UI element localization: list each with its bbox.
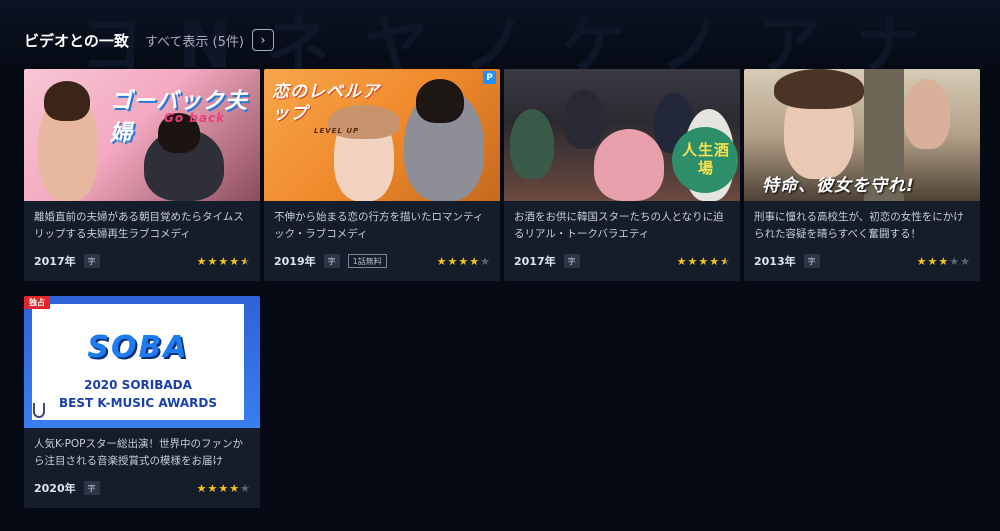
exclusive-badge: 独占 [24, 296, 50, 309]
card-meta: 2017年 字 ★ ★ ★ ★ ★ [34, 253, 250, 269]
star-icon: ★ [218, 254, 229, 268]
star-icon: ★ [458, 254, 469, 268]
title-art-subtitle: LEVEL UP [314, 127, 360, 135]
release-year: 2013年 [754, 255, 796, 268]
star-icon: ★ [196, 254, 207, 268]
section-header: ビデオとの一致 すべて表示 (5件) › [24, 28, 274, 52]
star-icon: ★ [927, 254, 938, 268]
star-empty-icon: ★ [480, 254, 490, 268]
subtitle-badge: 字 [563, 254, 580, 268]
star-icon: ★ [676, 254, 687, 268]
video-card[interactable]: ゴーバック夫婦 Go back 離婚直前の夫婦がある朝目覚めたらタイムスリップす… [24, 69, 260, 281]
soba-panel: SOBA 2020 SORIBADA BEST K-MUSIC AWARDS [32, 304, 244, 420]
star-rating: ★ ★ ★ ★ ★ [437, 255, 490, 268]
unext-logo-icon [33, 403, 45, 418]
chevron-right-icon[interactable]: › [251, 29, 274, 51]
premium-badge: P [483, 71, 496, 84]
star-half-icon: ★ [720, 254, 730, 268]
star-icon: ★ [687, 254, 698, 268]
subtitle-badge: 字 [83, 254, 100, 268]
release-year: 2017年 [34, 255, 76, 268]
card-meta: 2013年 字 ★ ★ ★ ★ ★ [754, 253, 970, 269]
star-empty-icon: ★ [240, 481, 250, 495]
description: 人気K-POPスター総出演！世界中のファンから注目される音楽授賞式の模様をお届け [34, 438, 243, 467]
star-icon: ★ [698, 254, 709, 268]
star-icon: ★ [207, 481, 218, 495]
title-art: 恋のレベルアップ [272, 82, 380, 124]
star-empty-icon: ★ [949, 254, 960, 268]
star-half-icon: ★ [240, 254, 250, 268]
star-icon: ★ [196, 481, 207, 495]
release-year: 2020年 [34, 482, 76, 495]
section-title: ビデオとの一致 [24, 31, 129, 50]
star-icon: ★ [229, 481, 240, 495]
card-meta: 2020年 字 ★ ★ ★ ★ ★ [34, 480, 250, 496]
thumbnail-image[interactable]: 特命、彼女を守れ! [744, 69, 980, 201]
thumbnail-image[interactable]: ゴーバック夫婦 Go back [24, 69, 260, 201]
description: 刑事に憧れる高校生が、初恋の女性をにかけられた容疑を晴らすべく奮闘する！ [754, 211, 964, 240]
star-icon: ★ [938, 254, 949, 268]
star-icon: ★ [709, 254, 720, 268]
video-card[interactable]: 人生酒場 お酒をお供に韓国スターたちの人となりに迫るリアル・トークバラエティ 2… [504, 69, 740, 281]
star-rating: ★ ★ ★ ★ ★ [197, 255, 250, 268]
video-card[interactable]: 特命、彼女を守れ! 刑事に憧れる高校生が、初恋の女性をにかけられた容疑を晴らすべ… [744, 69, 980, 281]
subtitle-badge: 字 [323, 254, 340, 268]
title-art: 人生酒場 [682, 141, 731, 177]
thumbnail-image[interactable]: 恋のレベルアップ LEVEL UP P [264, 69, 500, 201]
title-art: 特命、彼女を守れ! [762, 176, 915, 196]
release-year: 2019年 [274, 255, 316, 268]
star-empty-icon: ★ [960, 254, 970, 268]
description: 不伸から始まる恋の行方を描いたロマンティック・ラブコメディ [274, 211, 484, 240]
star-rating: ★ ★ ★ ★ ★ [917, 255, 970, 268]
free-episode-badge: 1話無料 [347, 254, 387, 268]
card-meta: 2019年 字 1話無料 ★ ★ ★ ★ ★ [274, 253, 490, 269]
description: お酒をお供に韓国スターたちの人となりに迫るリアル・トークバラエティ [514, 211, 724, 240]
star-icon: ★ [447, 254, 458, 268]
star-icon: ★ [229, 254, 240, 268]
subtitle-badge: 字 [83, 481, 100, 495]
star-rating: ★ ★ ★ ★ ★ [197, 482, 250, 495]
video-card[interactable]: 恋のレベルアップ LEVEL UP P 不伸から始まる恋の行方を描いたロマンティ… [264, 69, 500, 281]
star-icon: ★ [218, 481, 229, 495]
star-icon: ★ [207, 254, 218, 268]
art-line-2: BEST K-MUSIC AWARDS [59, 396, 217, 410]
show-all-link[interactable]: すべて表示 (5件) [145, 31, 244, 50]
card-meta: 2017年 字 ★ ★ ★ ★ ★ [514, 253, 730, 269]
star-icon: ★ [469, 254, 480, 268]
star-icon: ★ [436, 254, 447, 268]
star-rating: ★ ★ ★ ★ ★ [677, 255, 730, 268]
video-card[interactable]: SOBA 2020 SORIBADA BEST K-MUSIC AWARDS 独… [24, 296, 260, 508]
art-line-1: 2020 SORIBADA [84, 378, 192, 392]
description: 離婚直前の夫婦がある朝目覚めたらタイムスリップする夫婦再生ラブコメディ [34, 211, 244, 240]
soba-logo: SOBA [87, 330, 189, 365]
subtitle-badge: 字 [803, 254, 820, 268]
thumbnail-image[interactable]: 人生酒場 [504, 69, 740, 201]
star-icon: ★ [916, 254, 927, 268]
release-year: 2017年 [514, 255, 556, 268]
thumbnail-image[interactable]: SOBA 2020 SORIBADA BEST K-MUSIC AWARDS 独… [24, 296, 260, 428]
title-art-subtitle: Go back [164, 111, 226, 125]
